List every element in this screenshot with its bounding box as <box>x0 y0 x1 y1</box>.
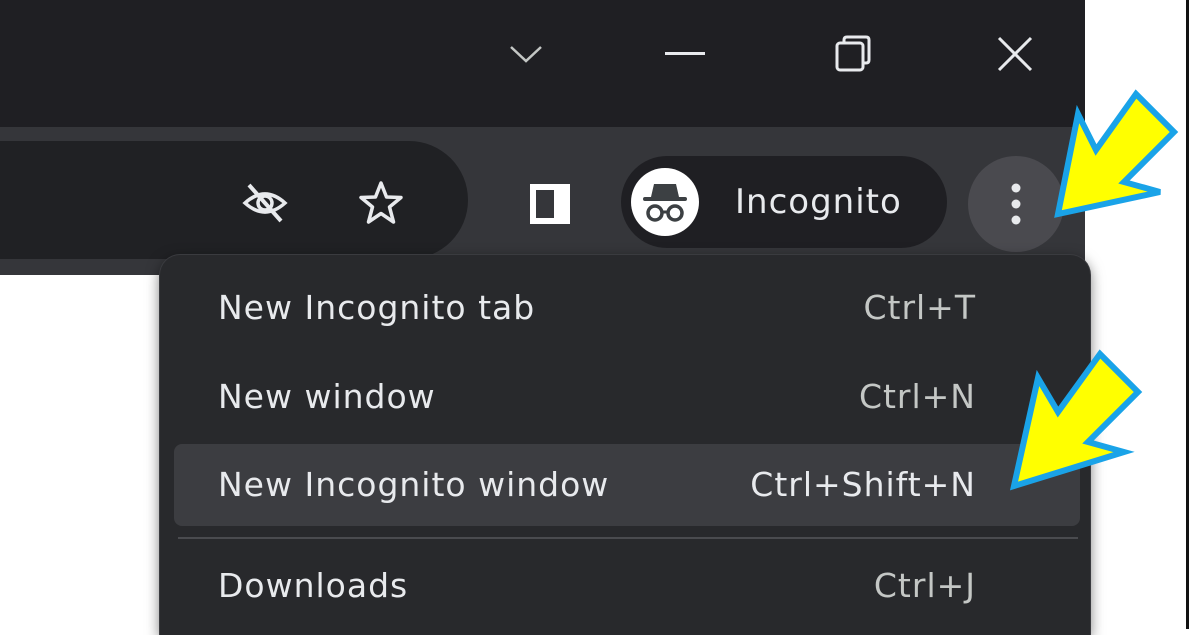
side-panel-button[interactable] <box>522 176 578 232</box>
close-button[interactable] <box>983 22 1047 86</box>
bookmark-star-button[interactable] <box>356 178 406 228</box>
kebab-menu-icon <box>1011 183 1021 225</box>
menu-item-shortcut: Ctrl+T <box>863 288 976 327</box>
menu-separator <box>178 537 1078 539</box>
restore-button[interactable] <box>822 22 886 86</box>
incognito-avatar <box>631 168 699 236</box>
menu-item-shortcut: Ctrl+Shift+N <box>750 465 976 504</box>
tab-search-button[interactable] <box>494 22 558 86</box>
profile-label: Incognito <box>735 182 902 222</box>
menu-item-shortcut: Ctrl+N <box>858 377 976 416</box>
frame-border <box>1186 0 1189 629</box>
star-icon <box>359 181 403 224</box>
eye-slash-icon <box>242 183 288 223</box>
annotation-arrow-icon <box>1009 349 1143 491</box>
menu-item-new-incognito-window[interactable]: New Incognito window Ctrl+Shift+N <box>174 444 1080 526</box>
menu-item-downloads[interactable]: Downloads Ctrl+J <box>174 545 1080 627</box>
tracking-protection-button[interactable] <box>240 178 290 228</box>
minimize-button[interactable] <box>653 22 717 86</box>
menu-item-shortcut: Ctrl+J <box>873 566 976 605</box>
menu-item-label: New Incognito tab <box>218 288 536 327</box>
chevron-down-icon <box>510 46 542 63</box>
incognito-icon <box>643 184 687 222</box>
menu-item-label: New Incognito window <box>218 465 610 504</box>
menu-item-label: Downloads <box>218 566 409 605</box>
side-panel-icon <box>530 184 570 224</box>
chrome-app-menu: New Incognito tab Ctrl+T New window Ctrl… <box>160 255 1090 635</box>
menu-item-label: New window <box>218 377 436 416</box>
profile-button[interactable]: Incognito <box>621 156 947 248</box>
annotation-arrow-icon <box>1054 89 1179 218</box>
minimize-icon <box>665 52 705 55</box>
menu-item-new-incognito-tab[interactable]: New Incognito tab Ctrl+T <box>174 267 1080 349</box>
restore-icon <box>835 35 871 72</box>
close-icon <box>997 36 1033 72</box>
menu-item-new-window[interactable]: New window Ctrl+N <box>174 356 1080 438</box>
